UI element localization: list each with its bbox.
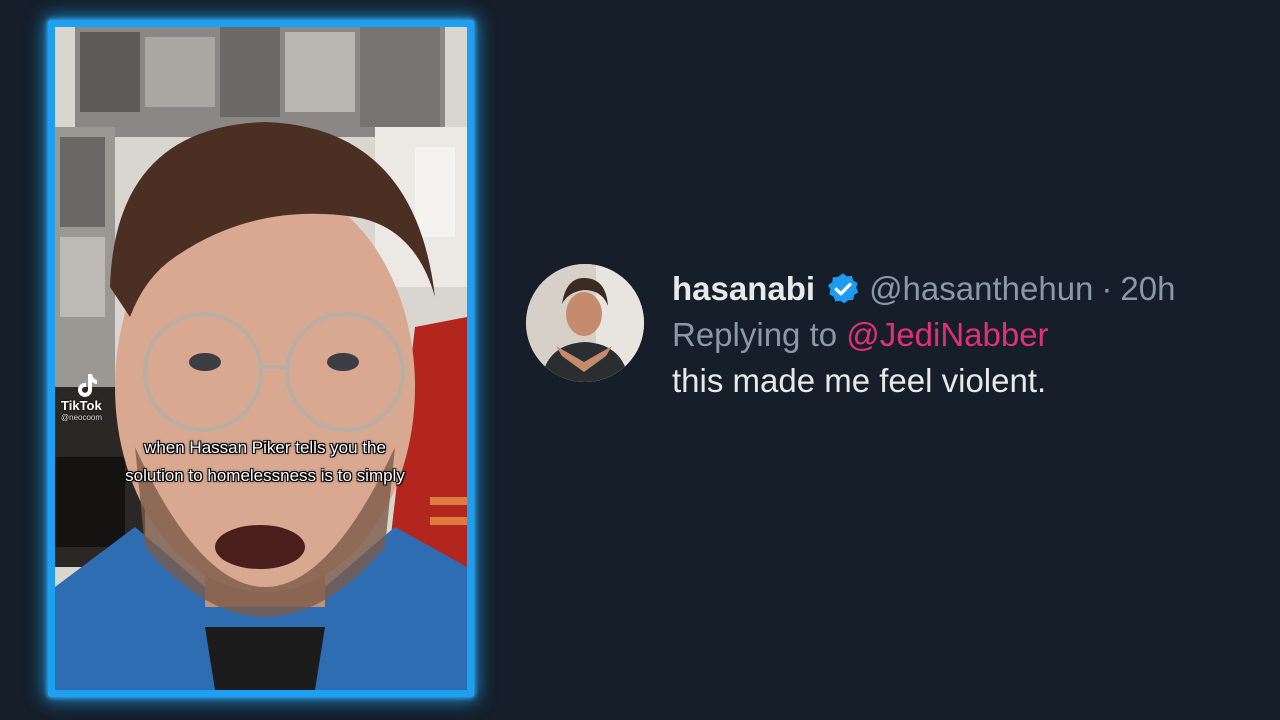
tiktok-handle-label: @neocoom (61, 413, 103, 422)
display-name[interactable]: hasanabi (672, 270, 815, 308)
video-frame[interactable]: TikTok @neocoom when Hassan Piker tells … (48, 20, 474, 697)
user-handle[interactable]: @hasanthehun (869, 270, 1093, 308)
tweet-header: hasanabi @hasanthehun · 20h (672, 270, 1175, 308)
tweet-body: hasanabi @hasanthehun · 20h Replying to … (672, 270, 1175, 400)
avatar[interactable] (526, 264, 644, 382)
tweet-text: this made me feel violent. (672, 362, 1047, 399)
reply-mention-link[interactable]: @JediNabber (846, 316, 1048, 353)
tweet-timestamp[interactable]: 20h (1120, 270, 1175, 308)
tweet-card[interactable]: hasanabi @hasanthehun · 20h Replying to … (526, 262, 1266, 399)
video-caption: when Hassan Piker tells you the solution… (125, 438, 405, 485)
reply-context: Replying to @JediNabber (672, 316, 1175, 354)
verified-badge-icon (825, 271, 861, 307)
tiktok-brand-label: TikTok (61, 398, 102, 413)
video-still-image (55, 27, 467, 690)
reply-prefix-label: Replying to (672, 316, 838, 353)
avatar-image (526, 264, 644, 382)
separator-dot: · (1101, 270, 1113, 307)
video-still (55, 27, 467, 690)
tiktok-logo-icon (78, 374, 97, 397)
tiktok-watermark: TikTok @neocoom (61, 372, 121, 422)
